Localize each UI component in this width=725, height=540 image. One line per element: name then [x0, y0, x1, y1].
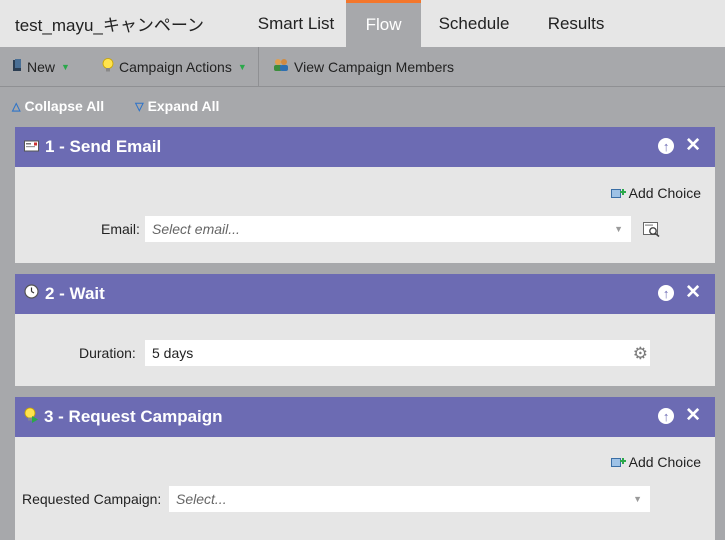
collapse-expand-bar: △ Collapse All ▽ Expand All	[0, 88, 725, 124]
delete-step-button[interactable]: ✕	[685, 283, 701, 302]
members-icon	[273, 58, 289, 75]
tab-results[interactable]: Results	[527, 0, 625, 47]
step-header[interactable]: 1 - Send Email ↑ ✕	[15, 127, 715, 167]
move-up-button[interactable]: ↑	[658, 408, 675, 424]
triangle-down-icon: ▽	[135, 100, 144, 113]
triangle-up-icon: △	[12, 100, 21, 113]
delete-step-button[interactable]: ✕	[685, 406, 701, 425]
flow-step-send-email: 1 - Send Email ↑ ✕ Add Choice Email: Sel…	[15, 127, 715, 263]
new-label: New	[27, 58, 56, 75]
step-header[interactable]: 3 - Request Campaign ↑ ✕	[15, 397, 715, 437]
flow-step-wait: 2 - Wait ↑ ✕ Duration: 5 days ⚙	[15, 274, 715, 386]
add-choice-icon	[610, 456, 626, 469]
caret-down-icon: ▼	[237, 61, 247, 72]
expand-all-label: Expand All	[147, 98, 220, 114]
add-choice-label: Add Choice	[628, 454, 701, 470]
new-doc-icon	[12, 58, 22, 75]
preview-email-icon[interactable]	[643, 222, 661, 242]
lightbulb-icon	[102, 57, 114, 76]
tab-flow[interactable]: Flow	[346, 0, 422, 47]
duration-field[interactable]: 5 days ⚙	[145, 340, 650, 366]
toolbar: New ▼ Campaign Actions ▼ View Campaign M…	[0, 46, 725, 87]
caret-down-icon: ▼	[61, 61, 70, 72]
step-title: 2 - Wait	[45, 284, 105, 303]
step-title: 3 - Request Campaign	[44, 407, 223, 426]
add-choice-button[interactable]: Add Choice	[610, 185, 701, 201]
tab-bar: test_mayu_キャンペーン Smart List Flow Schedul…	[0, 0, 725, 47]
dropdown-arrow-icon: ▼	[633, 494, 642, 504]
delete-step-button[interactable]: ✕	[685, 136, 701, 155]
tab-smart-list[interactable]: Smart List	[246, 0, 346, 47]
email-placeholder: Select email...	[152, 221, 240, 237]
duration-label: Duration:	[79, 345, 136, 361]
clock-icon	[24, 284, 39, 304]
tab-schedule[interactable]: Schedule	[421, 0, 527, 47]
add-choice-button[interactable]: Add Choice	[610, 454, 701, 470]
expand-all-button[interactable]: ▽ Expand All	[135, 98, 219, 114]
add-choice-icon	[610, 187, 626, 200]
requested-campaign-label: Requested Campaign:	[22, 491, 162, 507]
requested-campaign-placeholder: Select...	[176, 491, 227, 507]
campaign-actions-label: Campaign Actions	[119, 58, 232, 75]
view-campaign-members-button[interactable]: View Campaign Members	[258, 46, 455, 87]
dropdown-arrow-icon: ▼	[614, 224, 623, 234]
step-header[interactable]: 2 - Wait ↑ ✕	[15, 274, 715, 314]
new-menu-button[interactable]: New ▼	[0, 47, 92, 87]
campaign-name-tab[interactable]: test_mayu_キャンペーン	[0, 0, 246, 47]
email-step-icon	[24, 137, 39, 157]
gear-icon[interactable]: ⚙	[633, 344, 648, 364]
move-up-button[interactable]: ↑	[658, 285, 675, 301]
flow-step-request-campaign: 3 - Request Campaign ↑ ✕ Add Choice Requ…	[15, 397, 715, 540]
view-members-label: View Campaign Members	[294, 58, 455, 75]
email-select[interactable]: Select email... ▼	[145, 216, 631, 242]
move-up-button[interactable]: ↑	[658, 138, 675, 154]
collapse-all-label: Collapse All	[24, 98, 105, 114]
duration-value: 5 days	[152, 345, 194, 361]
step-title: 1 - Send Email	[45, 137, 162, 156]
email-label: Email:	[101, 221, 140, 237]
campaign-actions-button[interactable]: Campaign Actions ▼	[92, 47, 258, 87]
add-choice-label: Add Choice	[628, 185, 701, 201]
collapse-all-button[interactable]: △ Collapse All	[12, 98, 104, 114]
requested-campaign-select[interactable]: Select... ▼	[169, 486, 650, 512]
request-campaign-icon	[24, 407, 38, 428]
